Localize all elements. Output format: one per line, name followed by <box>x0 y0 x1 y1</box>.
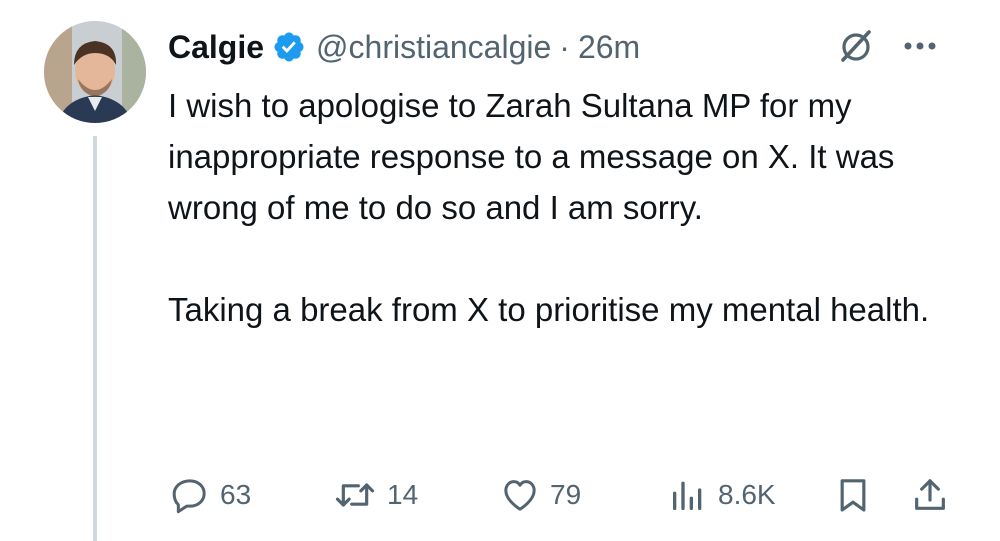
like-count: 79 <box>550 479 582 510</box>
header-icons <box>836 26 940 66</box>
timestamp[interactable]: 26m <box>578 29 640 66</box>
reply-icon <box>170 475 210 515</box>
bookmark-button[interactable] <box>833 470 873 520</box>
separator-dot: · <box>559 28 570 65</box>
repost-icon <box>333 475 377 515</box>
like-button[interactable]: 79 <box>500 470 581 520</box>
share-icon <box>910 475 950 515</box>
heart-icon <box>500 475 540 515</box>
repost-count: 14 <box>387 479 419 510</box>
views-chart-icon <box>668 475 708 515</box>
action-bar: 63 14 79 8.6K <box>0 470 1000 520</box>
verified-badge-icon[interactable] <box>272 30 306 64</box>
avatar[interactable] <box>44 21 146 123</box>
share-button[interactable] <box>910 470 950 520</box>
grok-icon[interactable] <box>836 26 876 66</box>
views-button[interactable]: 8.6K <box>668 470 776 520</box>
reply-button[interactable]: 63 <box>170 470 251 520</box>
reply-count: 63 <box>220 479 252 510</box>
view-count: 8.6K <box>718 479 776 510</box>
bookmark-icon <box>833 475 873 515</box>
user-handle[interactable]: @christiancalgie <box>316 29 551 66</box>
repost-button[interactable]: 14 <box>333 470 418 520</box>
display-name[interactable]: Calgie <box>168 29 264 66</box>
tweet-header: Calgie @christiancalgie · 26m <box>168 22 640 72</box>
more-options-icon[interactable] <box>900 26 940 66</box>
tweet-text: I wish to apologise to Zarah Sultana MP … <box>168 87 930 328</box>
